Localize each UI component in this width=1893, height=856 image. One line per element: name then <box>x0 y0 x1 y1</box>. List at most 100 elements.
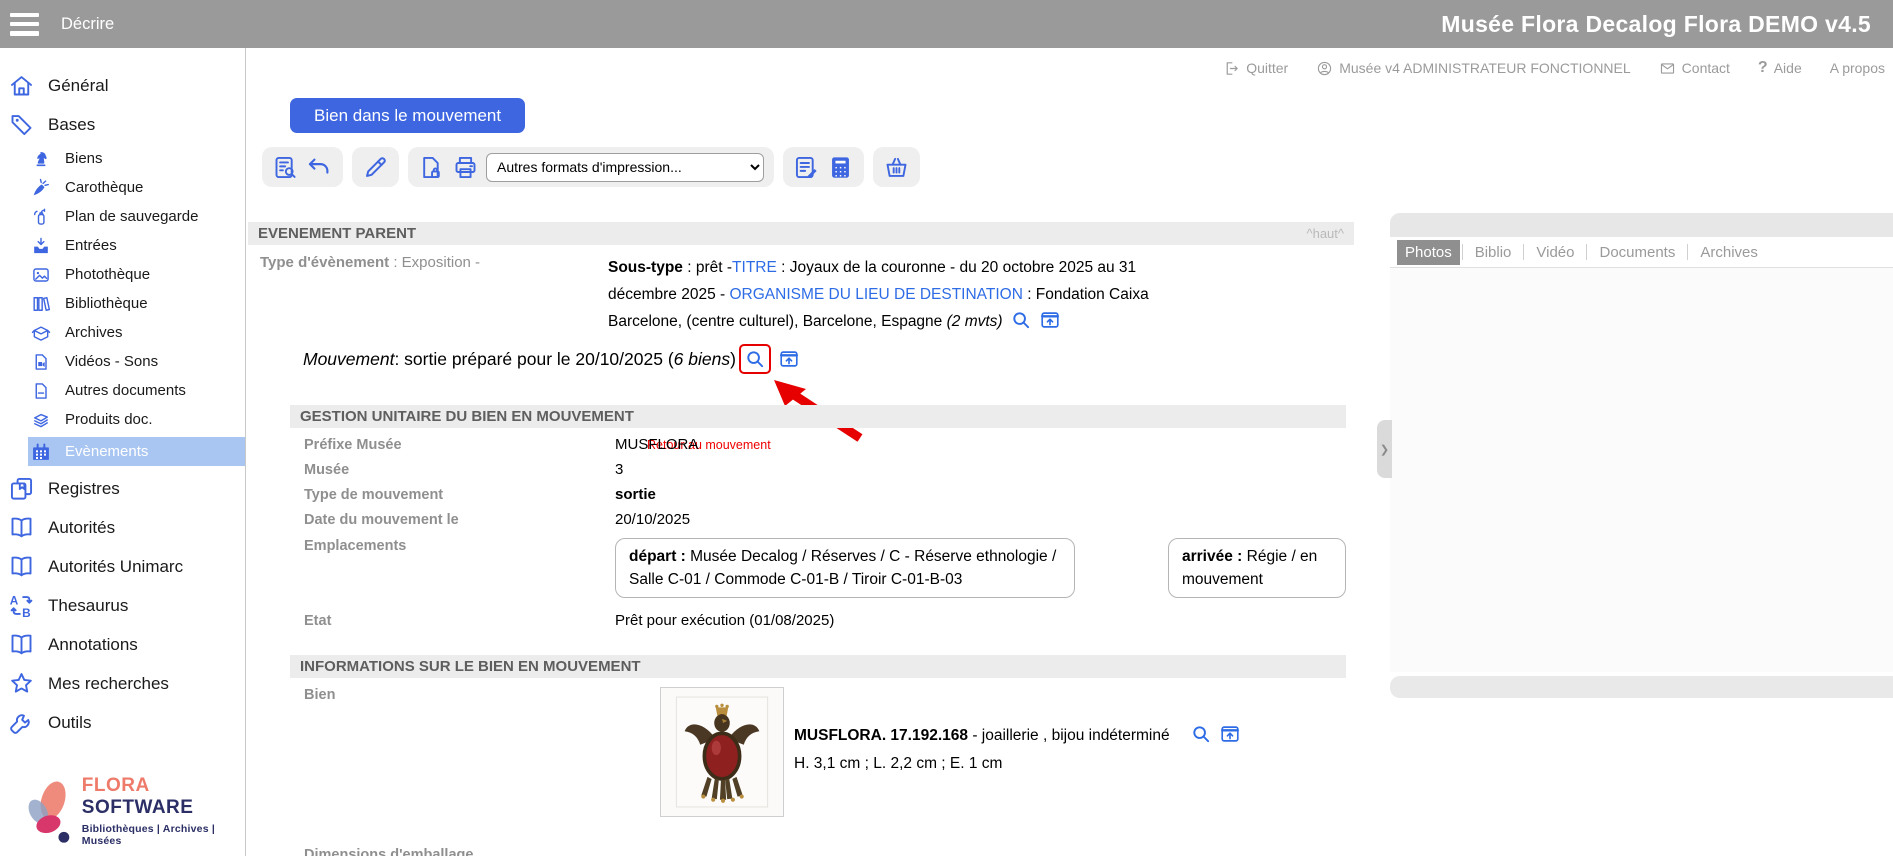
sidebar-item-autres-documents[interactable]: Autres documents <box>0 376 245 405</box>
sidebar-item-archives[interactable]: Archives <box>0 318 245 347</box>
contact-link[interactable]: Contact <box>1659 60 1730 77</box>
app-window: Décrire Musée Flora Decalog Flora DEMO v… <box>0 0 1893 856</box>
sidebar-item-plan-de-sauvegarde[interactable]: Plan de sauvegarde <box>0 202 245 231</box>
tab-separator <box>1586 244 1587 260</box>
event-search-icon[interactable] <box>1010 309 1032 331</box>
sidebar-item-label: Bibliothèque <box>65 295 148 312</box>
sidebar-item-entr-es[interactable]: Entrées <box>0 231 245 260</box>
edit-button[interactable] <box>362 154 389 181</box>
about-link[interactable]: A propos <box>1830 60 1885 76</box>
media-tab-archives[interactable]: Archives <box>1690 240 1768 265</box>
media-tab-biblio[interactable]: Biblio <box>1465 240 1522 265</box>
open-book-icon <box>8 514 35 541</box>
field-value: MUSFLORA <box>615 436 698 453</box>
basket-button[interactable] <box>883 154 910 181</box>
sidebar-item-label: Outils <box>48 713 91 733</box>
export-document-button[interactable] <box>418 154 445 181</box>
panel-collapse-handle[interactable]: ❯ <box>1377 420 1392 478</box>
titre-link[interactable]: TITRE <box>732 259 777 276</box>
extinguisher-icon <box>31 207 51 227</box>
bien-dans-le-mouvement-tab[interactable]: Bien dans le mouvement <box>290 98 525 133</box>
mvts-count: (2 mvts) <box>947 313 1003 330</box>
sidebar-item-biblioth-que[interactable]: Bibliothèque <box>0 289 245 318</box>
report-button[interactable] <box>793 154 820 181</box>
sidebar-item-phototh-que[interactable]: Photothèque <box>0 260 245 289</box>
media-tab-documents[interactable]: Documents <box>1589 240 1685 265</box>
wrench-icon <box>8 709 35 736</box>
sidebar-item-vid-os-sons[interactable]: Vidéos - Sons <box>0 347 245 376</box>
mouvement-count: 6 biens <box>674 349 730 370</box>
quit-label: Quitter <box>1246 60 1288 76</box>
sidebar-item-thesaurus[interactable]: AB Thesaurus <box>0 586 245 625</box>
help-icon: ? <box>1758 59 1768 77</box>
field-value: sortie <box>615 486 656 503</box>
print-button[interactable] <box>452 154 479 181</box>
open-book-icon <box>8 631 35 658</box>
sidebar-item-bases[interactable]: Bases <box>0 105 245 144</box>
sidebar-item-autorit-s-unimarc[interactable]: Autorités Unimarc <box>0 547 245 586</box>
sidebar-item-ev-nements[interactable]: Evènements <box>28 437 245 466</box>
etat-label: Etat <box>290 613 615 629</box>
star-icon <box>8 670 35 697</box>
media-tab-photos[interactable]: Photos <box>1397 240 1460 265</box>
hamburger-menu-icon[interactable] <box>10 13 39 36</box>
sidebar-item-mes-recherches[interactable]: Mes recherches <box>0 664 245 703</box>
gestion-title: GESTION UNITAIRE DU BIEN EN MOUVEMENT <box>300 408 634 425</box>
organisme-link[interactable]: ORGANISME DU LIEU DE DESTINATION <box>730 286 1023 303</box>
sidebar-item-label: Produits doc. <box>65 411 153 428</box>
annotation-red-box <box>739 344 771 374</box>
top-anchor-link[interactable]: ^haut^ <box>1306 226 1344 241</box>
media-tab-vidéo[interactable]: Vidéo <box>1526 240 1584 265</box>
list-display-button[interactable] <box>272 154 299 181</box>
sidebar-item-label: Thesaurus <box>48 596 128 616</box>
sidebar-item-label: Entrées <box>65 237 117 254</box>
gestion-row: Préfixe MuséeMUSFLORA <box>290 436 1346 461</box>
user-menu[interactable]: Musée v4 ADMINISTRATEUR FONCTIONNEL <box>1316 60 1630 77</box>
bien-open-window-icon[interactable] <box>1219 723 1241 745</box>
field-label: Type de mouvement <box>290 487 615 503</box>
sidebar-item-label: Registres <box>48 479 120 499</box>
user-label: Musée v4 ADMINISTRATEUR FONCTIONNEL <box>1339 60 1630 76</box>
media-panel: PhotosBiblioVidéoDocumentsArchives <box>1390 213 1893 672</box>
help-link[interactable]: ? Aide <box>1758 59 1802 77</box>
sidebar-item-produits-doc-[interactable]: Produits doc. <box>0 405 245 434</box>
event-parent-title: EVENEMENT PARENT <box>258 225 416 242</box>
sidebar-item-label: Plan de sauvegarde <box>65 208 198 225</box>
sidebar-item-g-n-ral[interactable]: Général <box>0 66 245 105</box>
print-format-select[interactable]: Autres formats d'impression... <box>486 153 764 182</box>
sidebar-item-label: Evènements <box>65 443 148 460</box>
sidebar-item-autorit-s[interactable]: Autorités <box>0 508 245 547</box>
sidebar-item-caroth-que[interactable]: Carothèque <box>0 173 245 202</box>
bien-search-icon[interactable] <box>1190 723 1212 745</box>
flora-software-logo: FLORA SOFTWARE Bibliothèques | Archives … <box>16 768 236 854</box>
gestion-row: Date du mouvement le20/10/2025 <box>290 511 1346 536</box>
mouvement-search-icon[interactable] <box>744 348 766 370</box>
back-button[interactable] <box>306 154 333 181</box>
soustype-label: Sous-type <box>608 259 683 276</box>
sidebar-item-label: Vidéos - Sons <box>65 353 158 370</box>
bien-thumbnail[interactable] <box>660 687 784 817</box>
sidebar-item-outils[interactable]: Outils <box>0 703 245 742</box>
secondary-nav: Quitter Musée v4 ADMINISTRATEUR FONCTION… <box>1223 48 1885 88</box>
statistics-button[interactable] <box>827 154 854 181</box>
gestion-row: Type de mouvementsortie <box>290 486 1346 511</box>
mouvement-line: Mouvement : sortie préparé pour le 20/10… <box>303 344 1354 374</box>
sidebar-item-label: Archives <box>65 324 123 341</box>
sidebar-item-label: Général <box>48 76 108 96</box>
mouvement-open-window-icon[interactable] <box>778 348 800 370</box>
brand-tagline: Bibliothèques | Archives | Musées <box>82 823 236 847</box>
etat-value: Prêt pour exécution (01/08/2025) <box>615 612 834 629</box>
tab-separator <box>1523 244 1524 260</box>
field-value: 20/10/2025 <box>615 511 690 528</box>
sidebar-item-biens[interactable]: Biens <box>0 144 245 173</box>
tab-separator <box>1687 244 1688 260</box>
sidebar-item-annotations[interactable]: Annotations <box>0 625 245 664</box>
depart-box: départ : Musée Decalog / Réserves / C - … <box>615 538 1075 598</box>
carrot-icon <box>31 178 51 198</box>
tag-icon <box>8 111 35 138</box>
quit-link[interactable]: Quitter <box>1223 60 1288 77</box>
calendar-icon <box>31 442 51 462</box>
thesaurus-icon: AB <box>8 592 35 619</box>
sidebar-item-registres[interactable]: Registres <box>0 469 245 508</box>
event-open-window-icon[interactable] <box>1039 309 1061 331</box>
